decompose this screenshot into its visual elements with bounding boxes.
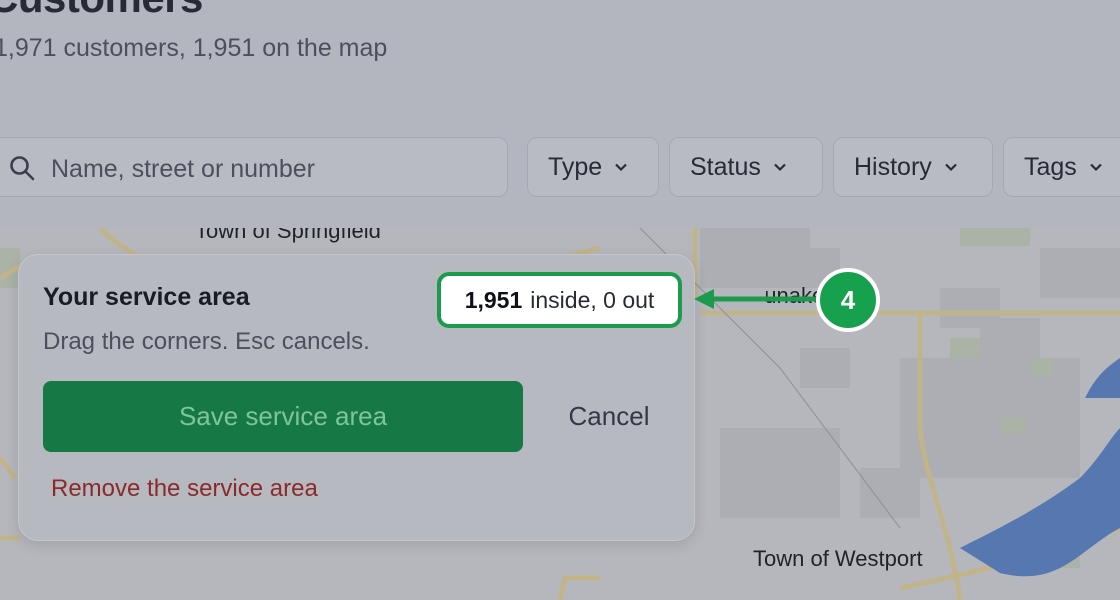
page-header: Customers 1,971 customers, 1,951 on the … [0, 0, 1120, 228]
filter-type[interactable]: Type [527, 137, 659, 197]
chevron-down-icon [1090, 163, 1102, 172]
search-icon [10, 156, 35, 181]
page-subtitle: 1,971 customers, 1,951 on the map [0, 34, 388, 62]
filter-status[interactable]: Status [669, 137, 823, 197]
service-area-panel: Your service area 1,951 inside, 0 out Dr… [18, 254, 695, 541]
filter-history-label: History [854, 152, 932, 181]
inside-count-rest: inside, 0 out [530, 286, 655, 313]
filter-type-label: Type [548, 152, 603, 181]
search-input[interactable] [49, 146, 473, 192]
filter-history[interactable]: History [833, 137, 993, 197]
cancel-button[interactable]: Cancel [539, 381, 679, 452]
annotation-arrow [694, 289, 818, 309]
chevron-down-icon [615, 163, 627, 172]
inside-count: 1,951 [464, 286, 523, 313]
panel-title: Your service area [43, 283, 250, 311]
map-place-label: Town of Springfield [195, 228, 381, 243]
map-place-label: Town of Westport [753, 546, 923, 571]
search-box[interactable] [0, 137, 508, 197]
inside-count-badge: 1,951 inside, 0 out [437, 272, 682, 328]
save-service-area-button[interactable]: Save service area [43, 381, 523, 452]
panel-hint: Drag the corners. Esc cancels. [43, 328, 370, 355]
step-number-marker: 4 [816, 268, 880, 332]
remove-service-area-link[interactable]: Remove the service area [51, 475, 318, 503]
filter-status-label: Status [690, 152, 761, 181]
chevron-down-icon [945, 163, 957, 172]
filter-tags-label: Tags [1024, 152, 1077, 181]
chevron-down-icon [774, 163, 786, 172]
page-title: Customers [0, 0, 203, 22]
filter-tags[interactable]: Tags [1003, 137, 1120, 197]
